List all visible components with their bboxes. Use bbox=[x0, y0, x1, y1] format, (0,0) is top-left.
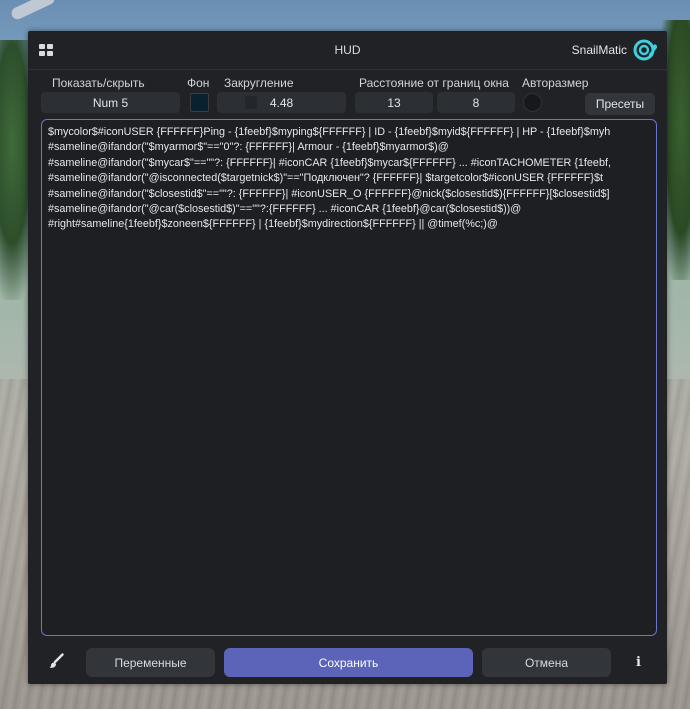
titlebar[interactable]: HUD SnailMatic bbox=[28, 31, 667, 69]
hud-code-editor[interactable]: $mycolor$#iconUSER {FFFFFF}Ping - {1feeb… bbox=[41, 119, 657, 636]
rounding-slider[interactable]: 4.48 bbox=[217, 92, 346, 113]
footer-bar: Переменные Сохранить Отмена i bbox=[28, 640, 667, 684]
hud-editor-window: HUD SnailMatic Показать/скрыть Фон Закру… bbox=[28, 31, 667, 684]
street-lamp bbox=[9, 0, 57, 22]
code-line: $mycolor$#iconUSER {FFFFFF}Ping - {1feeb… bbox=[48, 126, 611, 138]
rounding-value: 4.48 bbox=[269, 95, 294, 110]
cancel-button[interactable]: Отмена bbox=[482, 648, 611, 677]
code-line: #sameline@ifandor("$closestid$"==""?: {F… bbox=[48, 187, 610, 200]
code-line: #sameline@ifandor("$mycar$"==""?: {FFFFF… bbox=[48, 156, 611, 169]
brush-icon[interactable] bbox=[48, 653, 64, 669]
autosize-label: Авторазмер bbox=[522, 76, 589, 90]
toggle-key-label: Показать/скрыть bbox=[52, 76, 145, 90]
margins-label: Расстояние от границ окна bbox=[359, 76, 509, 90]
background-label: Фон bbox=[187, 76, 210, 90]
code-line: #sameline@ifandor("@isconnected($targetn… bbox=[48, 172, 603, 185]
rounding-slider-handle[interactable] bbox=[245, 96, 257, 109]
margin-y-input[interactable]: 8 bbox=[437, 92, 515, 113]
code-line: #right#sameline{1feebf}$zoneen${FFFFFF} … bbox=[48, 218, 498, 231]
brand: SnailMatic bbox=[572, 38, 657, 62]
presets-button[interactable]: Пресеты bbox=[585, 93, 655, 115]
autosize-checkbox[interactable] bbox=[523, 93, 542, 112]
info-icon[interactable]: i bbox=[636, 655, 644, 670]
background-color-swatch[interactable] bbox=[190, 93, 209, 112]
grid-icon[interactable] bbox=[39, 44, 53, 57]
margin-x-input[interactable]: 13 bbox=[355, 92, 433, 113]
save-button[interactable]: Сохранить bbox=[224, 648, 473, 677]
rounding-label: Закругление bbox=[224, 76, 294, 90]
variables-button[interactable]: Переменные bbox=[86, 648, 215, 677]
titlebar-divider bbox=[28, 69, 667, 70]
snail-logo-icon bbox=[633, 39, 657, 61]
toggle-key-button[interactable]: Num 5 bbox=[41, 92, 180, 113]
brand-name: SnailMatic bbox=[571, 43, 627, 57]
code-line: #sameline@ifandor("@car($closestid$)"=="… bbox=[48, 203, 522, 216]
window-title: HUD bbox=[334, 43, 361, 57]
code-line: #sameline@ifandor("$myarmor$"=="0"?: {FF… bbox=[48, 141, 449, 154]
